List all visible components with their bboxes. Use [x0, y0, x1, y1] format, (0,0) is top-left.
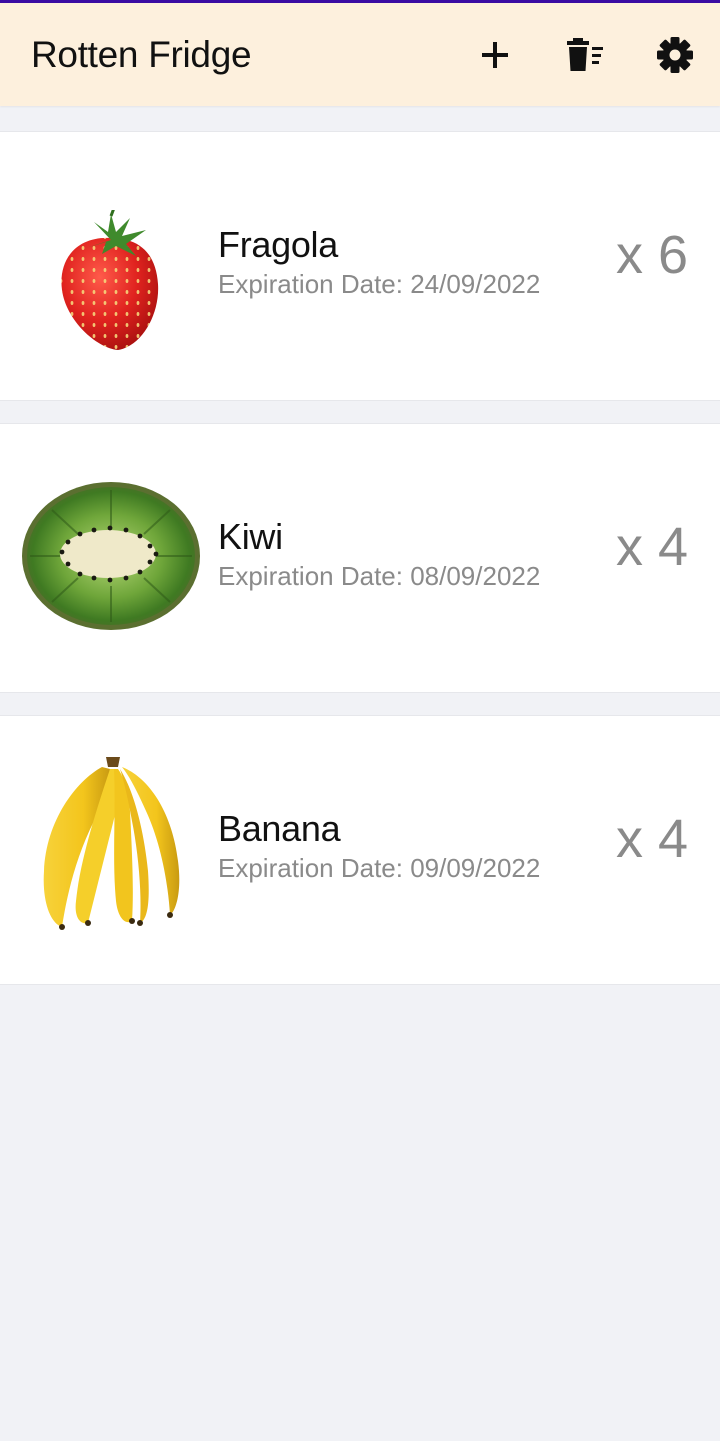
settings-button[interactable]	[653, 33, 697, 77]
add-item-button[interactable]	[473, 33, 517, 77]
quantity-label: x 6	[615, 225, 688, 285]
delete-expired-button[interactable]	[563, 33, 607, 77]
kiwi-image	[20, 476, 202, 636]
expiration-date: Expiration Date: 24/09/2022	[218, 269, 541, 299]
app-title: Rotten Fridge	[31, 34, 252, 75]
food-name: Banana	[218, 808, 341, 849]
trash-clear-icon	[567, 38, 603, 71]
plus-icon	[482, 42, 508, 68]
food-card-banana[interactable]: Banana Expiration Date: 09/09/2022 x 4	[0, 715, 720, 985]
food-card-fragola[interactable]: Fragola Expiration Date: 24/09/2022 x 6	[0, 131, 720, 401]
food-name: Kiwi	[218, 516, 283, 557]
food-name: Fragola	[218, 224, 338, 265]
quantity-label: x 4	[615, 517, 688, 577]
food-card-kiwi[interactable]: Kiwi Expiration Date: 08/09/2022 x 4	[0, 423, 720, 693]
strawberry-image	[20, 202, 202, 362]
gear-icon	[657, 37, 693, 73]
expiration-date: Expiration Date: 08/09/2022	[218, 561, 541, 591]
expiration-date: Expiration Date: 09/09/2022	[218, 853, 541, 883]
quantity-label: x 4	[615, 809, 688, 869]
app-bar: Rotten Fridge	[0, 3, 720, 106]
banana-image	[20, 757, 202, 930]
